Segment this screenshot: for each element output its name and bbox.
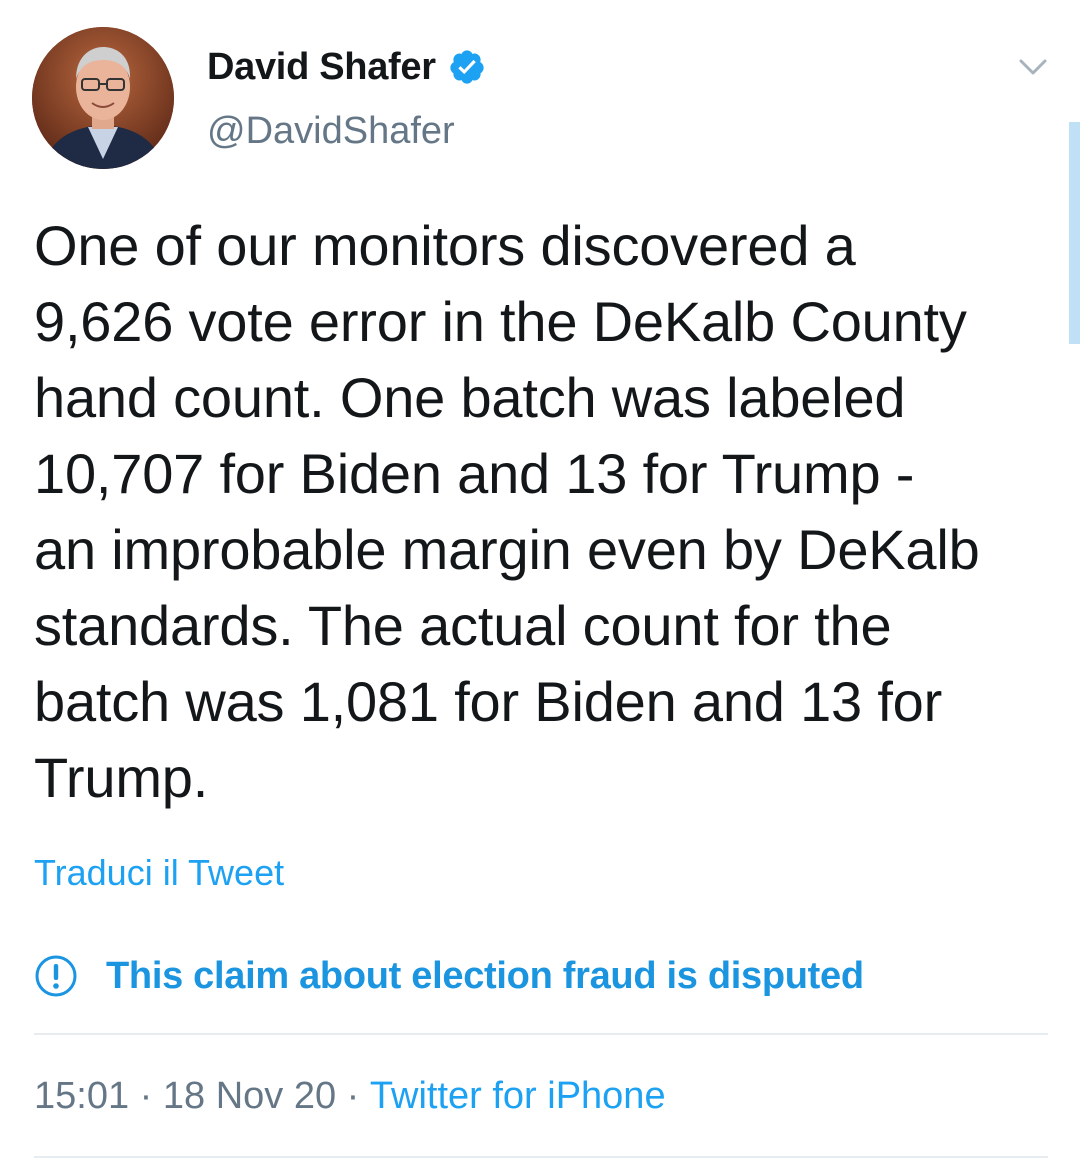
tweet-source-link[interactable]: Twitter for iPhone [370, 1075, 666, 1118]
disputed-claim-text[interactable]: This claim about election fraud is dispu… [106, 955, 864, 998]
meta-separator: · [336, 1075, 370, 1117]
verified-badge-icon [448, 48, 486, 86]
display-name[interactable]: David Shafer [207, 46, 436, 89]
profile-photo [32, 27, 174, 169]
tweet-date: 18 Nov 20 [162, 1075, 337, 1117]
tweet-meta: 15:01 · 18 Nov 20 · Twitter for iPhone [34, 1075, 666, 1118]
meta-separator: · [129, 1075, 163, 1117]
tweet-time: 15:01 [34, 1075, 130, 1117]
translate-tweet-link[interactable]: Traduci il Tweet [34, 852, 284, 894]
avatar[interactable] [32, 27, 174, 169]
author-handle[interactable]: @DavidShafer [207, 110, 455, 153]
divider [34, 1033, 1048, 1035]
author-name-row[interactable]: David Shafer [207, 42, 486, 92]
chevron-down-icon[interactable] [1015, 52, 1051, 82]
scrollbar[interactable] [1069, 122, 1080, 344]
tweet-text: One of our monitors discovered a 9,626 v… [34, 214, 980, 809]
divider [34, 1156, 1048, 1158]
disputed-claim-label[interactable]: This claim about election fraud is dispu… [34, 950, 864, 1002]
exclamation-circle-icon [34, 954, 78, 998]
